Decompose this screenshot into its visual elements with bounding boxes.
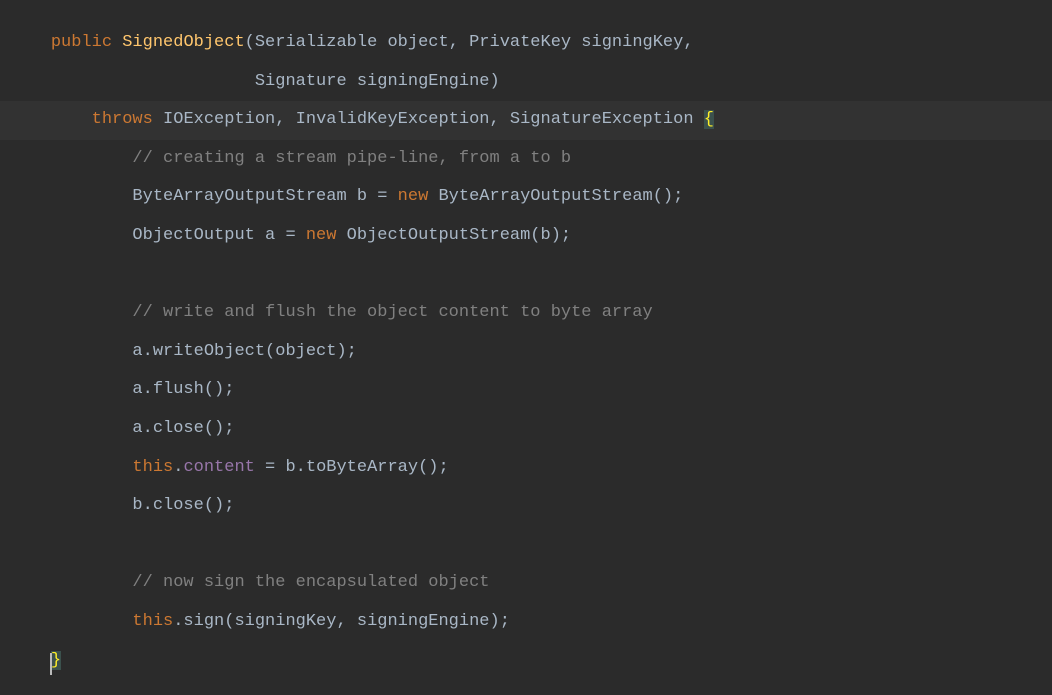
params-2: Signature signingEngine) [255,72,500,91]
exceptions: IOException, InvalidKeyException, Signat… [153,110,704,129]
code-editor[interactable]: public SignedObject(Serializable object,… [0,0,1052,680]
field-content: content [183,458,254,477]
code-text: ByteArrayOutputStream(); [428,187,683,206]
comment: // creating a stream pipe-line, from a t… [132,149,571,168]
keyword-throws: throws [92,110,153,129]
keyword-public: public [51,33,112,52]
code-text: a.close(); [132,419,234,438]
keyword-this: this [132,612,173,631]
keyword-this: this [132,458,173,477]
keyword-new: new [306,226,337,245]
code-text: = b.toByteArray(); [255,458,449,477]
code-text: ByteArrayOutputStream b = [132,187,397,206]
code-text: b.close(); [132,496,234,515]
code-text: a.flush(); [132,380,234,399]
code-text: .sign(signingKey, signingEngine); [173,612,510,631]
comment: // write and flush the object content to… [132,303,652,322]
code-text: ObjectOutputStream(b); [336,226,571,245]
close-brace: } [51,651,61,670]
code-text: a.writeObject(object); [132,342,356,361]
keyword-new: new [398,187,429,206]
open-brace: { [704,110,714,129]
code-content[interactable]: public SignedObject(Serializable object,… [10,24,1052,680]
comment: // now sign the encapsulated object [132,573,489,592]
method-name: SignedObject [122,33,244,52]
code-text: ObjectOutput a = [132,226,305,245]
dot: . [173,458,183,477]
params: (Serializable object, PrivateKey signing… [245,33,694,52]
